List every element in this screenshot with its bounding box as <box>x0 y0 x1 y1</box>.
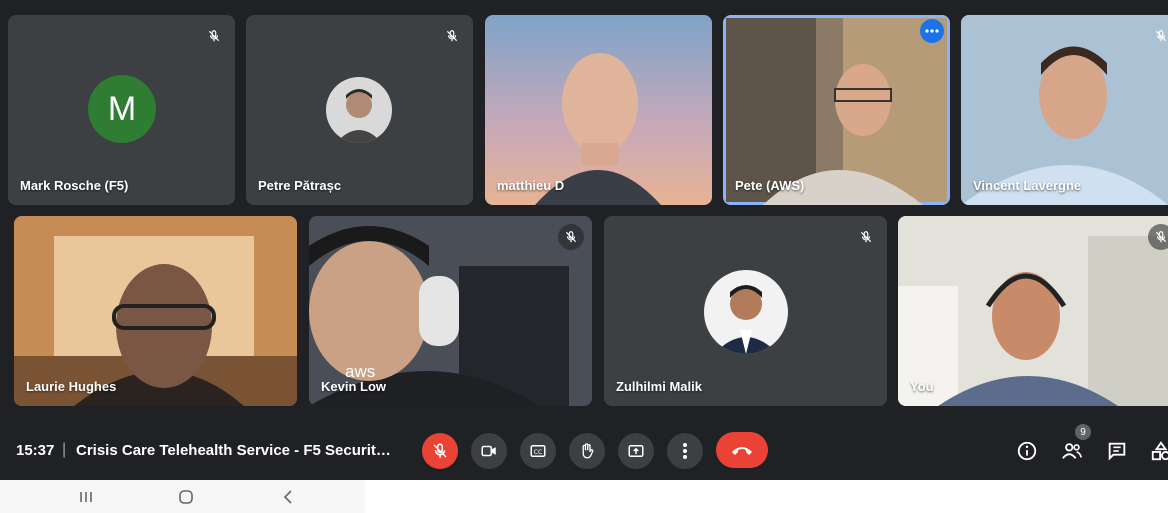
captions-button[interactable]: CC <box>520 433 556 469</box>
participant-name: Mark Rosche (F5) <box>20 178 129 193</box>
captions-icon: CC <box>530 445 546 457</box>
camera-icon <box>481 445 496 457</box>
participant-name: Petre Pătrașc <box>258 178 342 193</box>
raise-hand-button[interactable] <box>569 433 605 469</box>
participant-tile-matthieu[interactable]: matthieu D <box>485 15 712 205</box>
back-icon <box>283 490 292 504</box>
camera-toggle-button[interactable] <box>471 433 507 469</box>
present-icon <box>628 445 644 457</box>
end-call-icon <box>732 447 752 455</box>
people-count-badge: 9 <box>1075 424 1091 440</box>
mic-off-icon <box>433 443 447 458</box>
participant-name: Vincent Lavergne <box>973 178 1082 193</box>
participant-tile-kevin[interactable]: aws Kevin Low <box>309 216 592 406</box>
participant-tile-zulhilmi[interactable]: Zulhilmi Malik <box>604 216 887 406</box>
meeting-time: 15:37 <box>16 442 55 459</box>
title-separator: | <box>62 441 67 458</box>
participant-tile-you[interactable]: You <box>898 216 1168 406</box>
participant-name: Pete (AWS) <box>735 178 805 193</box>
mic-off-icon <box>439 23 465 49</box>
people-icon <box>1062 443 1082 459</box>
participant-name: You <box>910 379 934 394</box>
end-call-button[interactable] <box>716 432 768 468</box>
participant-video <box>535 53 661 205</box>
more-options-button[interactable] <box>667 433 703 469</box>
participant-video <box>961 15 1168 205</box>
avatar: M <box>88 75 156 143</box>
participant-tile-mark-rosche[interactable]: M Mark Rosche (F5) <box>8 15 235 205</box>
recents-button[interactable] <box>76 487 96 507</box>
participant-name: Laurie Hughes <box>26 379 117 394</box>
android-nav-bar <box>0 480 365 513</box>
present-button[interactable] <box>618 433 654 469</box>
chat-button[interactable] <box>1102 436 1132 466</box>
meeting-stage: M Mark Rosche (F5) Petre Pătrașc matthie… <box>0 0 1168 480</box>
people-button[interactable] <box>1057 436 1087 466</box>
participant-name: Kevin Low <box>321 379 387 394</box>
mic-toggle-button[interactable] <box>422 433 458 469</box>
mic-off-icon <box>558 224 584 250</box>
mic-off-icon <box>853 224 879 250</box>
meeting-info-button[interactable] <box>1012 436 1042 466</box>
participant-video <box>14 216 297 406</box>
meeting-title[interactable]: Crisis Care Telehealth Service - F5 Secu… <box>76 442 396 459</box>
more-options-icon[interactable] <box>920 19 944 43</box>
mic-off-icon <box>1148 23 1168 49</box>
mic-off-icon <box>1148 224 1168 250</box>
activities-button[interactable] <box>1146 436 1168 466</box>
info-icon <box>1017 441 1037 461</box>
more-vert-icon <box>683 443 687 459</box>
participant-video <box>898 216 1168 406</box>
chat-icon <box>1108 442 1126 461</box>
participant-name: Zulhilmi Malik <box>616 379 702 394</box>
mic-off-icon <box>201 23 227 49</box>
raise-hand-icon <box>582 443 594 459</box>
avatar <box>326 77 392 143</box>
home-icon <box>179 490 193 504</box>
home-button[interactable] <box>176 487 196 507</box>
back-button[interactable] <box>278 487 298 507</box>
avatar <box>704 270 788 354</box>
activities-icon <box>1151 441 1168 461</box>
participant-tile-vincent[interactable]: Vincent Lavergne <box>961 15 1168 205</box>
recents-icon <box>80 492 92 502</box>
participant-tile-petre[interactable]: Petre Pătrașc <box>246 15 473 205</box>
participant-video <box>726 18 947 205</box>
svg-text:CC: CC <box>534 449 542 456</box>
participant-tile-laurie[interactable]: Laurie Hughes <box>14 216 297 406</box>
participant-name: matthieu D <box>497 178 565 193</box>
participant-tile-pete-aws[interactable]: Pete (AWS) <box>723 15 950 205</box>
